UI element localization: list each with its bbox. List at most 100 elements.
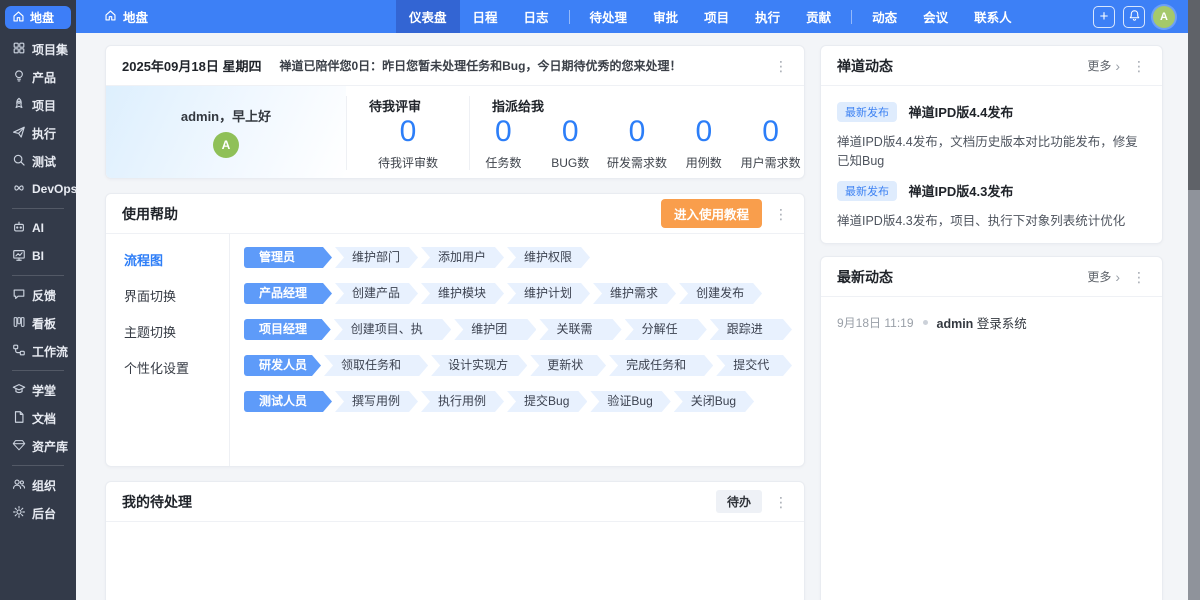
graduation-cap-icon <box>12 382 26 399</box>
sidebar-item-label: 工作流 <box>32 343 68 360</box>
sidebar-item-label: 看板 <box>32 315 56 332</box>
sidebar-item-label: 反馈 <box>32 287 56 304</box>
sidebar-item-label: 执行 <box>32 125 56 142</box>
page-scrollbar[interactable] <box>1188 0 1200 600</box>
stat-value: 0 <box>347 115 469 150</box>
sidebar-item-feedback[interactable]: 反馈 <box>0 281 76 309</box>
welcome-card: 2025年09月18日 星期四 禅道已陪伴您0日：昨日您暂未处理任务和Bug，今… <box>105 45 805 179</box>
tab-separator <box>569 10 570 24</box>
todo-title: 我的待处理 <box>122 492 192 512</box>
stat-tasks[interactable]: 0 任务数 <box>470 115 537 171</box>
tab-execution[interactable]: 执行 <box>742 0 793 33</box>
main-content: 2025年09月18日 星期四 禅道已陪伴您0日：昨日您暂未处理任务和Bug，今… <box>76 33 1188 600</box>
create-button[interactable]: + <box>1093 6 1115 28</box>
stat-bugs[interactable]: 0 BUG数 <box>537 115 604 171</box>
notification-button[interactable] <box>1123 6 1145 28</box>
sidebar-item-academy[interactable]: 学堂 <box>0 376 76 404</box>
kebab-menu-icon[interactable]: ⋮ <box>774 59 788 73</box>
flow-step: 关闭Bug <box>674 391 754 412</box>
tab-todo[interactable]: 待处理 <box>577 0 641 33</box>
sidebar-item-org[interactable]: 组织 <box>0 471 76 499</box>
sidebar-item-qa[interactable]: 测试 <box>0 147 76 175</box>
sidebar-item-workflow[interactable]: 工作流 <box>0 337 76 365</box>
help-menu-personalize[interactable]: 个性化设置 <box>124 358 229 377</box>
welcome-message: 禅道已陪伴您0日：昨日您暂未处理任务和Bug，今日期待优秀的您来处理！ <box>279 57 681 74</box>
flow-step: 执行用例 <box>421 391 504 412</box>
role-chip: 测试人员 <box>244 391 332 412</box>
todo-card: 我的待处理 待办 ⋮ <box>105 481 805 600</box>
flow-step: 完成任务和Bug <box>609 355 713 376</box>
sidebar-divider <box>12 208 64 209</box>
workflow-icon <box>12 343 26 360</box>
tab-meeting[interactable]: 会议 <box>910 0 961 33</box>
tab-dashboard[interactable]: 仪表盘 <box>396 0 460 33</box>
flow-step: 提交代码 <box>716 355 792 376</box>
kebab-menu-icon[interactable]: ⋮ <box>1132 270 1146 284</box>
sidebar-item-execution[interactable]: 执行 <box>0 119 76 147</box>
sidebar-item-devops[interactable]: DevOps <box>0 175 76 203</box>
avatar[interactable]: A <box>1153 6 1175 28</box>
flow-step: 领取任务和Bug <box>324 355 428 376</box>
latest-news-body: 9月18日 11:19 admin 登录系统 <box>821 297 1162 348</box>
tab-contribution[interactable]: 贡献 <box>793 0 844 33</box>
flow-step: 撰写用例 <box>335 391 418 412</box>
avatar[interactable]: A <box>213 132 239 158</box>
kebab-menu-icon[interactable]: ⋮ <box>774 495 788 509</box>
sidebar-item-label: 项目集 <box>32 41 68 58</box>
topbar-actions: + A <box>1093 0 1175 33</box>
role-chip: 项目经理 <box>244 319 331 340</box>
greeting-label: admin，早上好 <box>181 106 271 125</box>
help-menu: 流程图 界面切换 主题切换 个性化设置 <box>106 234 230 466</box>
news-item[interactable]: 最新发布 禅道IPD版4.4发布 禅道IPD版4.4发布，文档历史版本对比功能发… <box>821 92 1162 171</box>
kebab-menu-icon[interactable]: ⋮ <box>1132 59 1146 73</box>
feed-item: 9月18日 11:19 admin 登录系统 <box>821 301 1162 344</box>
help-menu-theme-switch[interactable]: 主题切换 <box>124 322 229 341</box>
assigned-group: 指派给我 0 任务数 0 BUG数 0 <box>470 96 804 170</box>
review-group-title: 待我评审 <box>347 96 469 115</box>
sidebar-item-doc[interactable]: 文档 <box>0 404 76 432</box>
flow-step: 维护计划 <box>507 283 590 304</box>
latest-news-header: 最新动态 更多 › ⋮ <box>821 257 1162 297</box>
tab-calendar[interactable]: 日程 <box>460 0 511 33</box>
tab-log[interactable]: 日志 <box>511 0 562 33</box>
more-link[interactable]: 更多 › <box>1087 268 1120 285</box>
sidebar-item-project[interactable]: 项目 <box>0 91 76 119</box>
help-menu-flowchart[interactable]: 流程图 <box>124 250 229 269</box>
kebab-menu-icon[interactable]: ⋮ <box>774 207 788 221</box>
flow-step: 跟踪进度 <box>710 319 792 340</box>
tab-dynamic[interactable]: 动态 <box>859 0 910 33</box>
sidebar-divider <box>12 370 64 371</box>
help-menu-ui-switch[interactable]: 界面切换 <box>124 286 229 305</box>
more-label: 更多 <box>1087 268 1111 285</box>
sidebar-item-assets[interactable]: 资产库 <box>0 432 76 460</box>
zentao-news-header: 禅道动态 更多 › ⋮ <box>821 46 1162 86</box>
scrollbar-thumb[interactable] <box>1188 0 1200 190</box>
flow-step: 关联需求 <box>539 319 621 340</box>
sidebar-item-program[interactable]: 项目集 <box>0 35 76 63</box>
sidebar-item-dashboard[interactable]: 地盘 <box>5 6 71 29</box>
sidebar-item-product[interactable]: 产品 <box>0 63 76 91</box>
monitor-chart-icon <box>12 248 26 265</box>
stat-requirements[interactable]: 0 用户需求数 <box>737 115 804 171</box>
flow-step: 提交Bug <box>507 391 587 412</box>
tab-project[interactable]: 项目 <box>691 0 742 33</box>
news-item-title: 禅道IPD版4.3发布 <box>909 184 1014 199</box>
sidebar-item-kanban[interactable]: 看板 <box>0 309 76 337</box>
breadcrumb[interactable]: 地盘 <box>104 0 148 33</box>
stat-review[interactable]: 0 待我评审数 <box>347 115 469 171</box>
feed-text: admin 登录系统 <box>937 313 1027 332</box>
sidebar-item-ai[interactable]: AI <box>0 214 76 242</box>
news-item[interactable]: 最新发布 禅道IPD版4.3发布 禅道IPD版4.3发布，项目、执行下对象列表统… <box>821 171 1162 231</box>
chat-icon <box>12 287 26 304</box>
stat-stories[interactable]: 0 研发需求数 <box>604 115 671 171</box>
more-link[interactable]: 更多 › <box>1087 57 1120 74</box>
sidebar-item-admin[interactable]: 后台 <box>0 499 76 527</box>
sidebar-item-label: 项目 <box>32 97 56 114</box>
sidebar-item-bi[interactable]: BI <box>0 242 76 270</box>
todo-filter-badge[interactable]: 待办 <box>716 490 762 513</box>
tutorial-button[interactable]: 进入使用教程 <box>661 199 762 228</box>
tab-contacts[interactable]: 联系人 <box>961 0 1025 33</box>
stat-cases[interactable]: 0 用例数 <box>670 115 737 171</box>
main-column: 2025年09月18日 星期四 禅道已陪伴您0日：昨日您暂未处理任务和Bug，今… <box>105 45 805 600</box>
tab-approval[interactable]: 审批 <box>640 0 691 33</box>
